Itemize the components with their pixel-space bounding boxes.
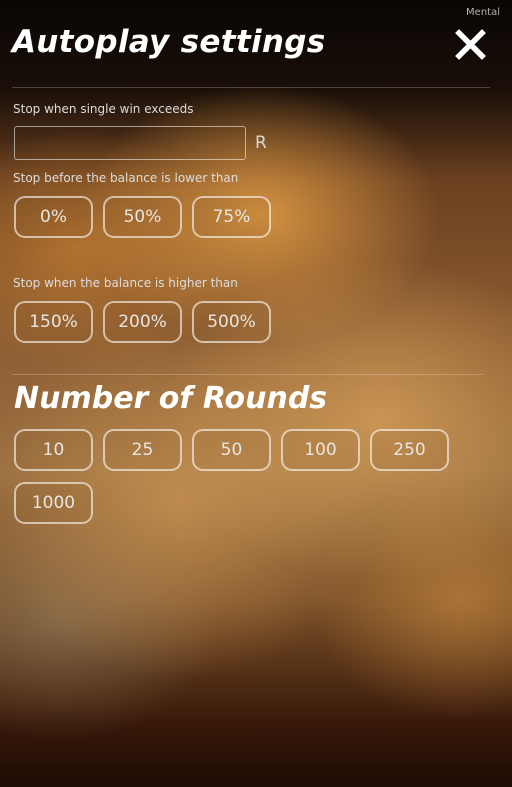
balance-higher-option-150[interactable]: 150% (14, 301, 93, 343)
page-title: Autoplay settings (12, 24, 326, 60)
balance-lower-label: Stop before the balance is lower than (13, 171, 239, 185)
rounds-options-row-2: 1000 (14, 482, 93, 524)
brand-label: Mental (466, 7, 500, 18)
balance-higher-label: Stop when the balance is higher than (13, 276, 238, 290)
balance-higher-option-500[interactable]: 500% (192, 301, 271, 343)
balance-lower-option-75[interactable]: 75% (192, 196, 271, 238)
rounds-option-100[interactable]: 100 (281, 429, 360, 471)
rounds-option-10[interactable]: 10 (14, 429, 93, 471)
balance-higher-option-200[interactable]: 200% (103, 301, 182, 343)
rounds-option-250[interactable]: 250 (370, 429, 449, 471)
close-button[interactable] (455, 29, 486, 60)
single-win-label: Stop when single win exceeds (13, 102, 194, 116)
single-win-input[interactable] (14, 126, 246, 160)
balance-lower-option-50[interactable]: 50% (103, 196, 182, 238)
rounds-option-50[interactable]: 50 (192, 429, 271, 471)
rounds-options-row-1: 10 25 50 100 250 (14, 429, 449, 471)
rounds-option-25[interactable]: 25 (103, 429, 182, 471)
currency-label: R (255, 133, 267, 153)
balance-lower-options: 0% 50% 75% (14, 196, 271, 238)
rounds-divider (12, 374, 483, 375)
balance-higher-options: 150% 200% 500% (14, 301, 271, 343)
rounds-title: Number of Rounds (14, 381, 328, 416)
header-divider (12, 87, 490, 88)
close-icon (455, 29, 486, 60)
rounds-option-1000[interactable]: 1000 (14, 482, 93, 524)
balance-lower-option-0[interactable]: 0% (14, 196, 93, 238)
